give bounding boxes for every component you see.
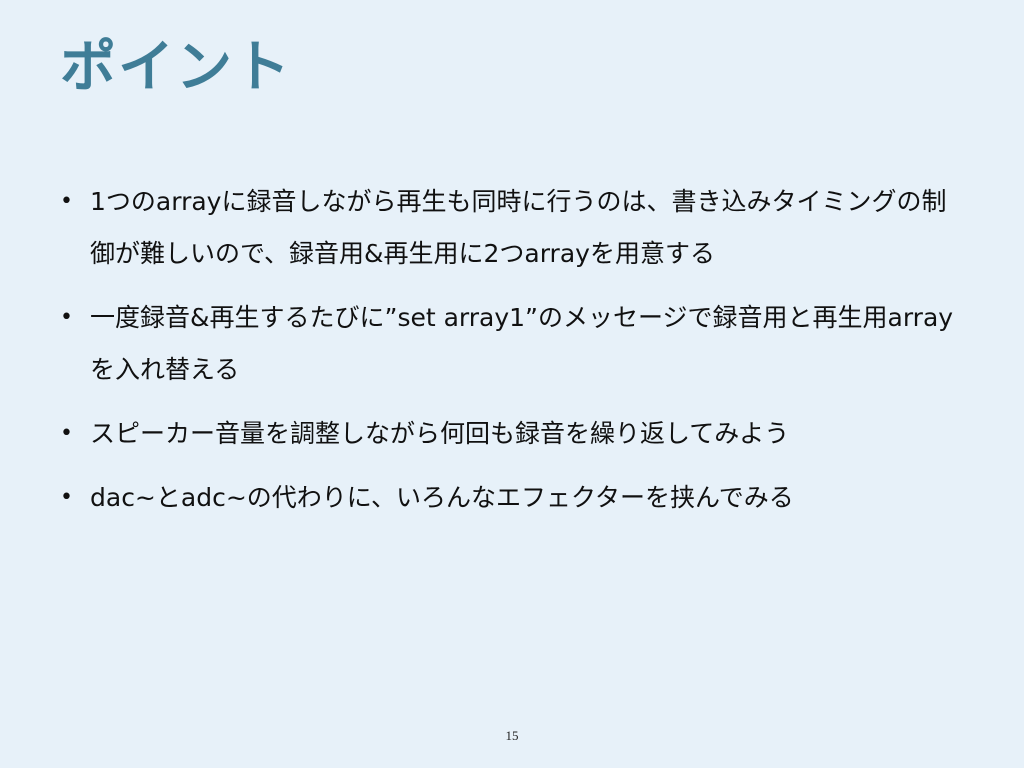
bullet-marker: • bbox=[60, 485, 73, 510]
bullet-item: • 一度録音&再生するたびに”set array1”のメッセージで録音用と再生用… bbox=[60, 292, 960, 396]
bullet-text: 1つのarrayに録音しながら再生も同時に行うのは、書き込みタイミングの制御が難… bbox=[90, 187, 947, 268]
bullet-marker: • bbox=[60, 189, 73, 214]
page-number: 15 bbox=[505, 728, 519, 743]
bullet-text: 一度録音&再生するたびに”set array1”のメッセージで録音用と再生用ar… bbox=[90, 303, 954, 384]
bullet-marker: • bbox=[60, 421, 73, 446]
bullet-text: dac~とadc~の代わりに、いろんなエフェクターを挟んでみる bbox=[90, 483, 794, 512]
slide: ポイント • 1つのarrayに録音しながら再生も同時に行うのは、書き込みタイミ… bbox=[0, 0, 1024, 768]
bullet-item: • スピーカー音量を調整しながら何回も録音を繰り返してみよう bbox=[60, 408, 960, 460]
slide-title: ポイント bbox=[60, 35, 292, 100]
bullet-text: スピーカー音量を調整しながら何回も録音を繰り返してみよう bbox=[90, 419, 790, 448]
bullet-marker: • bbox=[60, 305, 73, 330]
bullet-item: • dac~とadc~の代わりに、いろんなエフェクターを挟んでみる bbox=[60, 472, 960, 524]
bullet-item: • 1つのarrayに録音しながら再生も同時に行うのは、書き込みタイミングの制御… bbox=[60, 176, 960, 280]
bullet-list: • 1つのarrayに録音しながら再生も同時に行うのは、書き込みタイミングの制御… bbox=[60, 176, 960, 536]
